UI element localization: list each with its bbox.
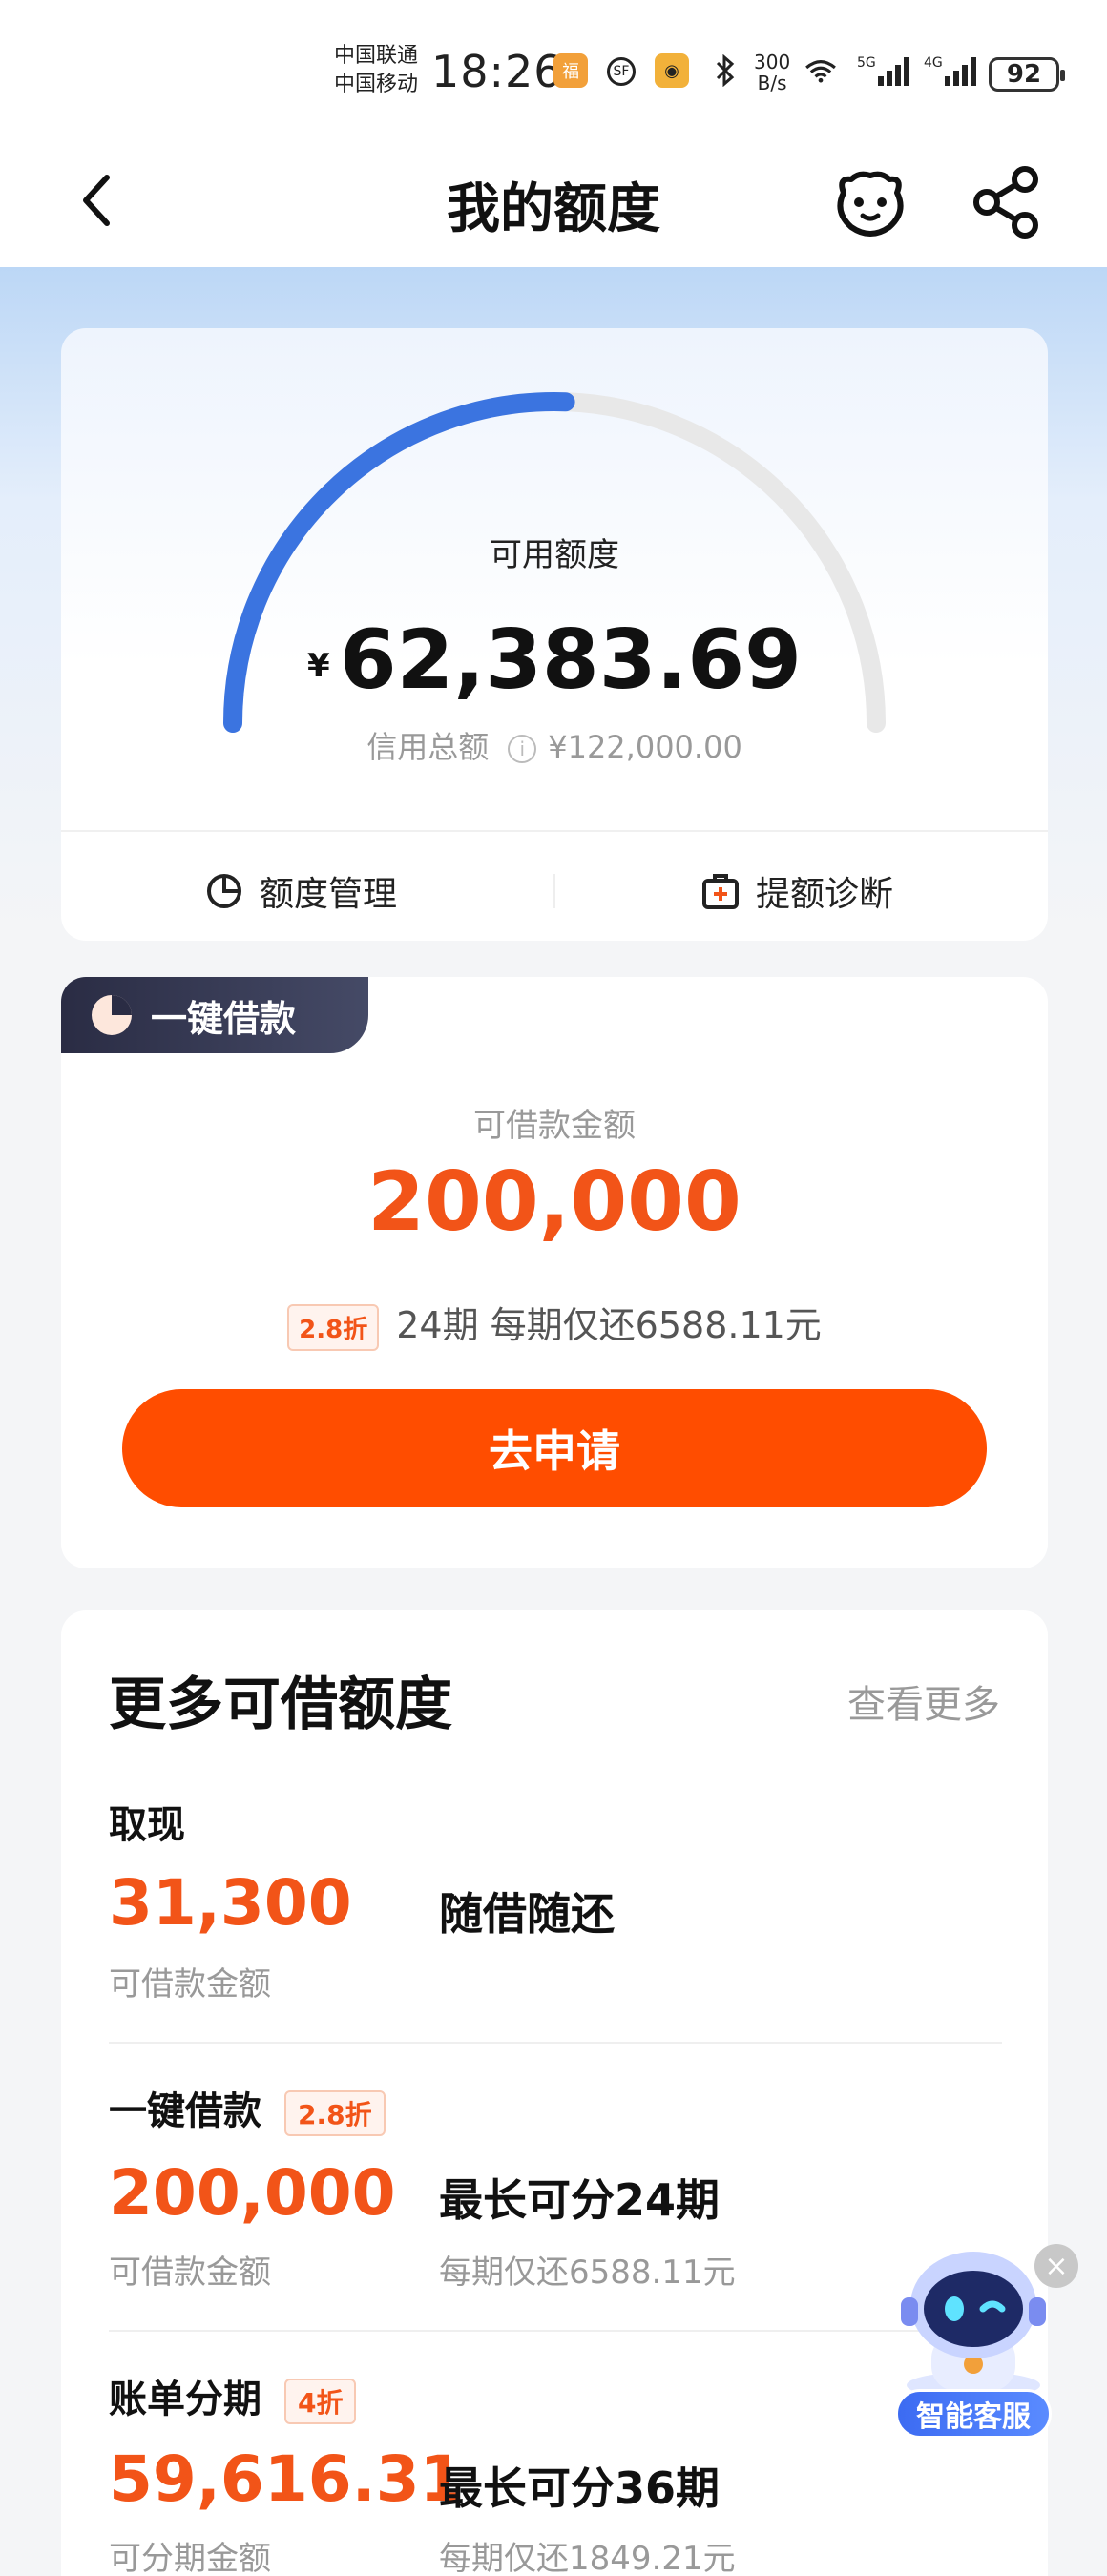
one-click-loan-desc-sub: 每期仅还6588.11元	[439, 2254, 736, 2292]
one-click-loan-card: 一键借款 可借款金额 200,000 2.8折 24期 每期仅还6588.11元 …	[61, 977, 1048, 1568]
wifi-icon	[804, 53, 838, 88]
available-amount-value: 62,383.69	[339, 613, 802, 708]
one-click-loan-name[interactable]: 一键借款 2.8折	[109, 2080, 386, 2136]
available-credit-amount: ¥62,383.69	[61, 613, 1048, 708]
mascot-face-button[interactable]	[830, 164, 910, 244]
more-credit-title: 更多可借额度	[109, 1672, 452, 1738]
cash-withdraw-name: 取现	[109, 1803, 185, 1847]
status-bar: 中国联通 中国移动 18:26 福 SF ◉ 300 B/s 5G 4G 92	[0, 0, 1107, 143]
carrier-2: 中国移动	[334, 73, 419, 96]
one-click-loan-desc: 最长可分24期	[439, 2174, 721, 2226]
carrier-1: 中国联通	[334, 44, 419, 68]
total-credit: 信用总额 i ¥122,000.00	[61, 723, 1048, 767]
credit-manage-label: 额度管理	[260, 875, 398, 914]
app-notification-icon-2: ◉	[655, 53, 689, 88]
signal-5g-icon: 5G	[857, 53, 914, 88]
bill-installment-desc-sub: 每期仅还1849.21元	[439, 2540, 736, 2576]
action-separator	[554, 874, 555, 908]
total-credit-amount: ¥122,000.00	[548, 729, 742, 765]
one-click-loan-amount: 200,000	[109, 2156, 396, 2230]
info-icon[interactable]: i	[508, 735, 537, 763]
svg-text:4G: 4G	[924, 55, 943, 71]
battery-indicator: 92	[989, 57, 1065, 92]
app-notification-icon: 福	[554, 53, 588, 88]
signal-4g-icon: 4G	[924, 53, 981, 88]
carrier-info: 中国联通 中国移动	[334, 42, 418, 99]
loan-terms: 2.8折 24期 每期仅还6588.11元	[61, 1296, 1048, 1351]
bluetooth-icon	[708, 53, 742, 88]
credit-gauge	[223, 392, 886, 733]
discount-badge: 2.8折	[284, 2090, 386, 2136]
loan-terms-text: 24期 每期仅还6588.11元	[396, 1304, 822, 1346]
bill-installment-amount-label: 可分期金额	[109, 2540, 271, 2576]
pie-chart-icon	[207, 874, 241, 908]
discount-badge: 4折	[284, 2379, 357, 2424]
discount-badge: 2.8折	[287, 1304, 380, 1351]
one-click-loan-amount-label: 可借款金额	[109, 2254, 271, 2292]
credit-diagnose-button[interactable]: 提额诊断	[700, 862, 893, 920]
credit-manage-button[interactable]: 额度管理	[204, 862, 397, 920]
loan-amount-label: 可借款金额	[473, 1107, 636, 1145]
close-icon[interactable]: ×	[1034, 2244, 1078, 2288]
cash-withdraw-amount: 31,300	[109, 1866, 352, 1940]
view-more-link[interactable]: 查看更多	[847, 1673, 1000, 1729]
credit-card: 可用额度 ¥62,383.69 信用总额 i ¥122,000.00 额度管理 提额…	[61, 328, 1048, 941]
credit-diagnose-label: 提额诊断	[756, 875, 894, 914]
loan-tag-label: 一键借款	[151, 997, 297, 1040]
bill-installment-label: 账单分期	[109, 2378, 261, 2421]
svg-text:5G: 5G	[857, 55, 876, 71]
bill-installment-desc: 最长可分36期	[439, 2462, 721, 2514]
status-time: 18:26	[431, 46, 563, 97]
total-credit-label: 信用总额	[366, 729, 490, 765]
loan-amount: 200,000	[367, 1154, 741, 1250]
pie-badge-icon	[92, 995, 132, 1035]
network-speed: 300 B/s	[754, 51, 791, 94]
mascot-face-icon	[837, 171, 904, 237]
share-button[interactable]	[971, 164, 1044, 240]
one-click-loan-label: 一键借款	[109, 2089, 261, 2133]
loan-tag: 一键借款	[61, 977, 368, 1053]
divider	[61, 830, 1048, 832]
divider	[109, 2042, 1002, 2044]
bill-installment-amount: 59,616.31	[109, 2442, 464, 2516]
apply-button[interactable]: 去申请	[122, 1389, 987, 1507]
currency-symbol: ¥	[307, 646, 330, 685]
divider	[109, 2330, 1002, 2332]
page-title: 我的额度	[447, 178, 660, 240]
medical-kit-icon	[702, 874, 739, 909]
available-credit-label: 可用额度	[490, 536, 619, 574]
robot-assistant-icon	[901, 2252, 1046, 2399]
share-icon	[973, 166, 1038, 239]
cash-withdraw-amount-label: 可借款金额	[109, 1965, 271, 2004]
customer-service-label[interactable]: 智能客服	[895, 2389, 1052, 2439]
nav-bar: 我的额度	[0, 143, 1107, 267]
sf-express-icon: SF	[607, 57, 636, 86]
bill-installment-name[interactable]: 账单分期 4折	[109, 2368, 357, 2424]
cash-withdraw-desc: 随借随还	[439, 1888, 615, 1940]
